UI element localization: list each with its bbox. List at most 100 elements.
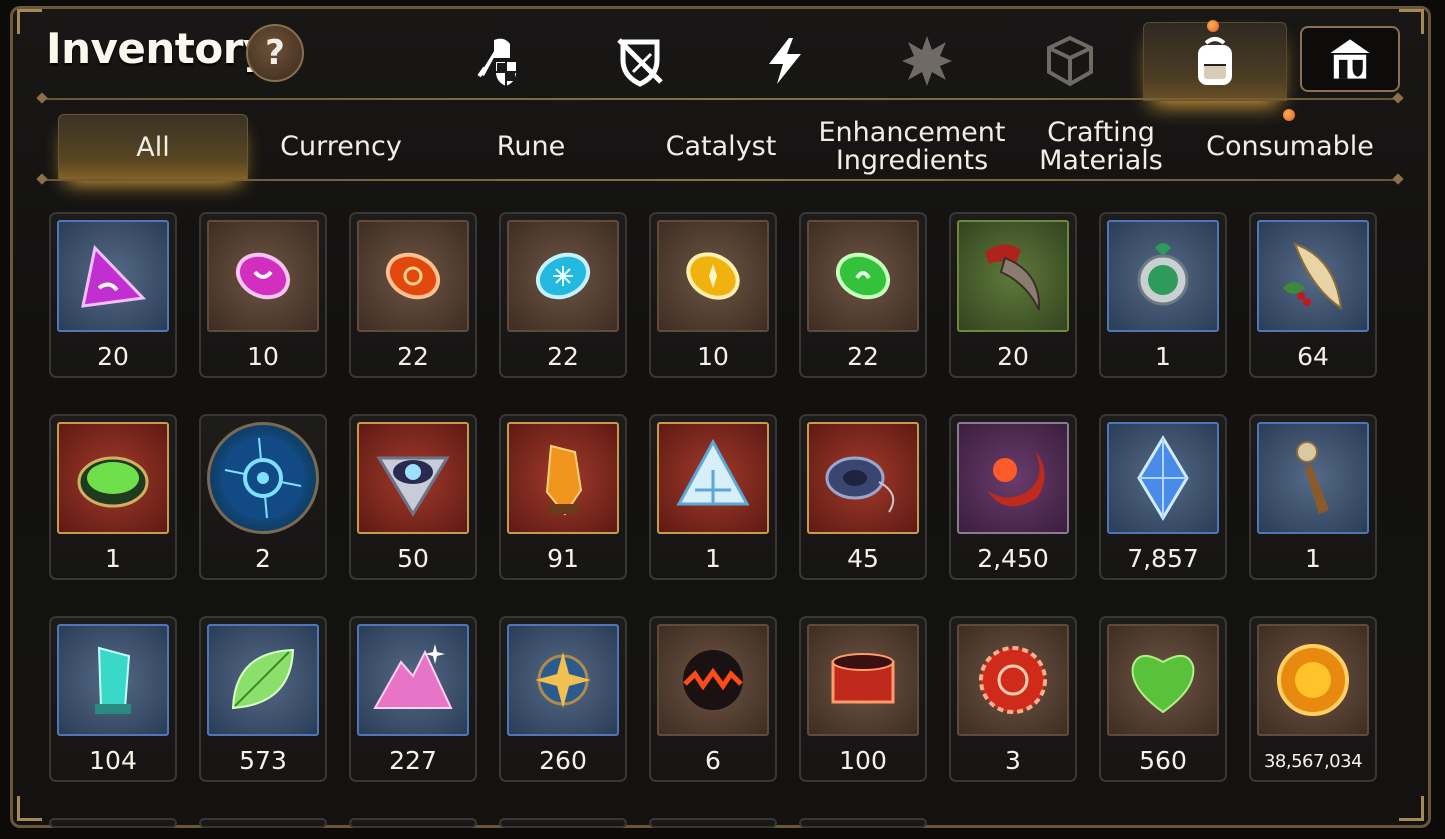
item-count: 91 [547,544,579,573]
tab-catalyst[interactable]: Catalyst [627,114,815,180]
item-count: 1 [1305,544,1321,573]
page-title: Inventory [46,24,270,73]
bronze-dagger-icon [1296,441,1329,514]
item-slot[interactable]: 100 [799,616,927,782]
item-slot[interactable]: 10 [199,212,327,378]
item-count: 260 [539,746,587,775]
item-slot[interactable]: 6 [649,616,777,782]
item-slot[interactable]: 260 [499,616,627,782]
yellow-oval-gem-icon [686,252,740,300]
item-slot[interactable]: 20 [949,212,1077,378]
item-count: 22 [397,342,429,371]
item-slot-partial[interactable] [799,818,927,828]
item-slot[interactable]: 38,567,034 [1249,616,1377,782]
item-count: 2 [255,544,271,573]
tab-crate[interactable] [1010,22,1130,100]
tab-guild-shop[interactable] [1300,26,1400,92]
green-cauldron-icon [77,456,149,508]
backpack-icon [1198,37,1232,85]
item-slot[interactable]: 7,857 [1099,414,1227,580]
item-slot-partial[interactable] [199,818,327,828]
frame-corner [17,9,42,34]
tab-all[interactable]: All [58,114,248,181]
item-slot[interactable]: 1 [1099,212,1227,378]
item-icon-frame [207,220,319,332]
shop-building-icon [1330,39,1370,79]
item-icon-frame [657,422,769,534]
item-icon-frame [807,220,919,332]
item-slot[interactable]: 91 [499,414,627,580]
red-lava-orb-icon [683,650,743,710]
item-slot[interactable]: 104 [49,616,177,782]
blue-diamond-crystal-icon [1137,435,1189,521]
tab-burst[interactable] [867,22,987,100]
item-slot[interactable]: 227 [349,616,477,782]
help-button[interactable]: ? [246,24,304,82]
tabs-divider [42,179,1398,181]
gold-sun-coin-icon [1277,644,1349,716]
red-bottle-cap-icon [979,646,1047,714]
item-slot-partial[interactable] [499,818,627,828]
item-count: 2,450 [977,544,1049,573]
item-slot[interactable]: 10 [649,212,777,378]
item-slot[interactable]: 22 [349,212,477,378]
orange-crystal-shard-icon [545,444,583,516]
item-count: 1 [105,544,121,573]
gold-star-amulet-icon [535,652,591,708]
item-slot[interactable]: 1 [49,414,177,580]
help-label: ? [265,33,285,73]
tab-backpack[interactable] [1143,22,1287,101]
item-count: 10 [247,342,279,371]
tab-enhancement-ingredients[interactable]: Enhancement Ingredients [817,114,1007,180]
frame-corner [17,796,42,821]
item-icon-frame [1257,422,1369,534]
tab-crafting-materials[interactable]: Crafting Materials [1007,114,1195,180]
item-icon-frame [357,220,469,332]
red-flower-crescent-icon [987,450,1045,507]
green-heart-icon [1131,655,1195,714]
item-slot[interactable]: 1 [1249,414,1377,580]
item-slot-partial[interactable] [49,818,177,828]
item-slot[interactable]: 22 [799,212,927,378]
item-slot[interactable]: 20 [49,212,177,378]
tab-currency[interactable]: Currency [247,114,435,180]
item-count: 38,567,034 [1263,751,1363,772]
item-icon-frame [957,220,1069,332]
item-slot[interactable]: 22 [499,212,627,378]
item-count: 20 [997,342,1029,371]
item-slot[interactable]: 573 [199,616,327,782]
green-oval-gem-icon [835,252,891,300]
tab-label: Enhancement Ingredients [818,117,1006,176]
item-icon-frame [57,422,169,534]
item-slot[interactable]: 560 [1099,616,1227,782]
frame-corner [1399,796,1424,821]
item-slot[interactable]: 2,450 [949,414,1077,580]
item-icon-frame [207,624,319,736]
tab-power[interactable] [724,22,844,100]
tab-rune[interactable]: Rune [437,114,625,180]
item-slot-partial[interactable] [649,818,777,828]
item-icon-frame [807,624,919,736]
item-slot[interactable]: 1 [649,414,777,580]
item-icon-frame [657,624,769,736]
feather-berries-icon [1283,242,1343,311]
item-slot[interactable]: 50 [349,414,477,580]
item-icon-frame [57,220,169,332]
teal-crystal-pillar-icon [95,646,131,714]
item-icon-frame [207,422,319,534]
item-slot[interactable]: 3 [949,616,1077,782]
item-icon-frame [357,422,469,534]
item-count: 573 [239,746,287,775]
item-slot[interactable]: 45 [799,414,927,580]
frame-corner [1399,9,1424,34]
tab-label: Rune [496,131,566,162]
item-slot[interactable]: 2 [199,414,327,580]
tab-consumable[interactable]: Consumable [1196,114,1384,180]
item-slot[interactable]: 64 [1249,212,1377,378]
item-slot-partial[interactable] [349,818,477,828]
red-ring-band-icon [831,653,895,704]
item-count: 3 [1005,746,1021,775]
tab-no-weapon[interactable] [580,22,700,100]
tab-equipment[interactable] [437,22,557,100]
tab-label: Crafting Materials [1039,117,1163,176]
